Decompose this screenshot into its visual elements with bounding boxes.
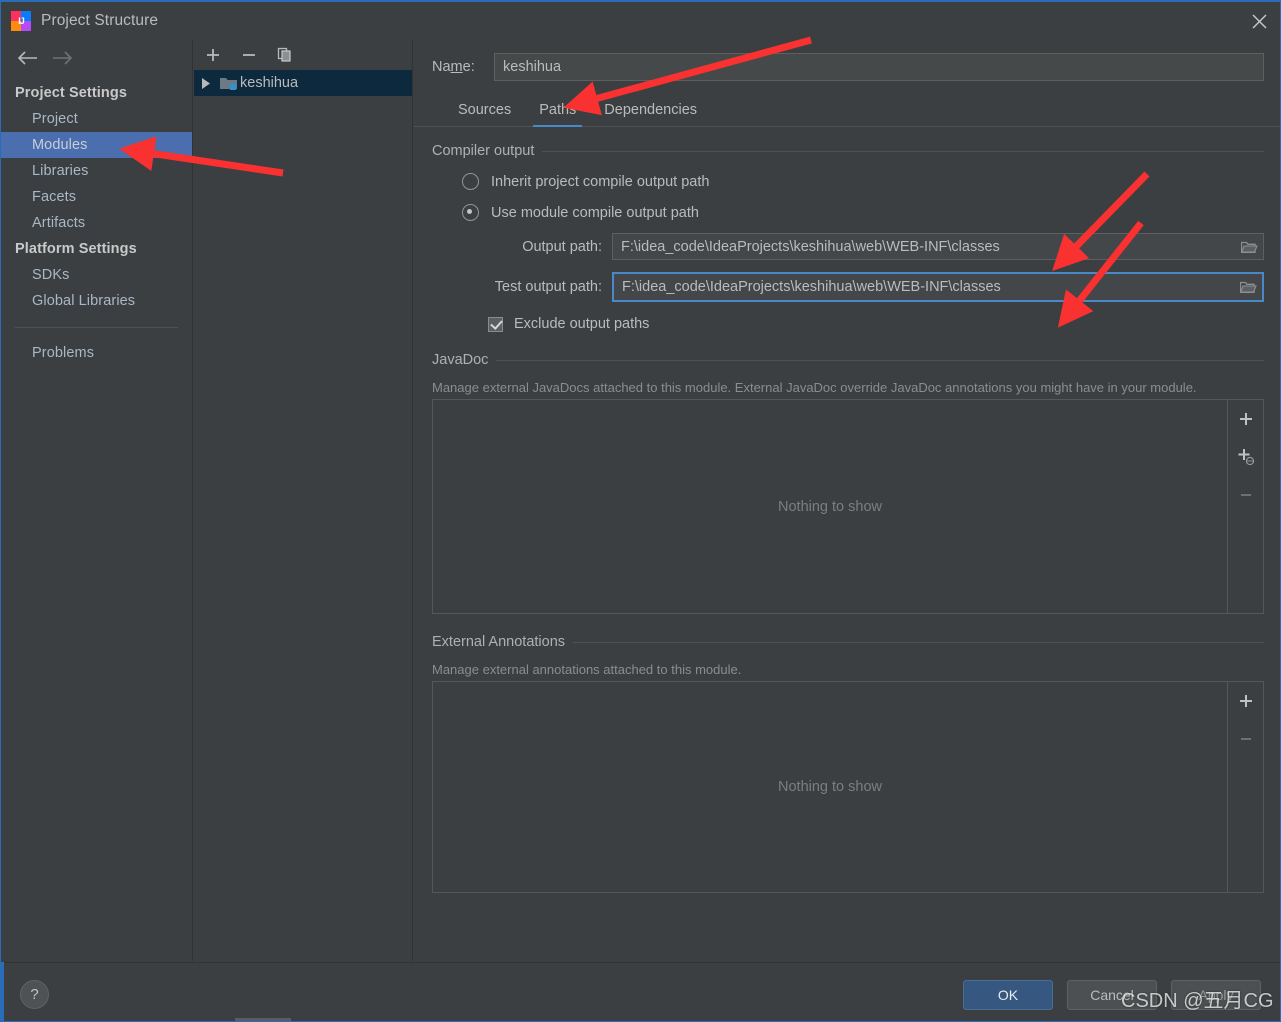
window-title: Project Structure — [41, 12, 159, 29]
output-path-label: Output path: — [522, 238, 602, 255]
sidebar-item-libraries[interactable]: Libraries — [1, 158, 192, 184]
javadoc-list-toolbar — [1228, 399, 1264, 614]
sidebar-item-modules[interactable]: Modules — [1, 132, 192, 158]
exclude-output-paths-row[interactable]: Exclude output paths — [432, 316, 1264, 332]
left-edge-highlight — [1, 962, 4, 1021]
javadoc-legend: JavaDoc — [432, 352, 1264, 368]
module-name-row: Name: — [414, 40, 1280, 81]
project-structure-dialog: IJ Project Structure Project Settings Pr… — [0, 0, 1281, 1022]
minus-icon — [1234, 728, 1258, 750]
module-tree-panel: keshihua — [194, 40, 413, 961]
minus-icon — [1234, 484, 1258, 506]
minus-icon[interactable] — [238, 44, 260, 66]
folder-browse-icon[interactable] — [1234, 280, 1262, 294]
legend-divider — [542, 150, 1264, 152]
annotations-empty-text: Nothing to show — [778, 779, 882, 795]
test-output-path-label: Test output path: — [494, 279, 602, 295]
sidebar-nav-buttons — [1, 40, 192, 76]
tab-sources[interactable]: Sources — [444, 102, 525, 126]
sidebar-item-artifacts[interactable]: Artifacts — [1, 210, 192, 236]
radio-use-module-output[interactable] — [462, 204, 479, 221]
tree-node-label: keshihua — [240, 75, 299, 91]
test-output-path-value: F:\idea_code\IdeaProjects\keshihua\web\W… — [622, 279, 1001, 295]
close-icon[interactable] — [1236, 2, 1280, 40]
plus-icon[interactable] — [1234, 408, 1258, 430]
ok-button[interactable]: OK — [963, 980, 1053, 1010]
annotations-legend-label: External Annotations — [432, 634, 566, 650]
module-paths-panel: Name: Sources Paths Dependencies Compile… — [414, 40, 1280, 961]
plus-globe-icon[interactable] — [1234, 446, 1258, 468]
arrow-right-icon[interactable] — [45, 44, 79, 72]
sidebar-item-project[interactable]: Project — [1, 106, 192, 132]
sidebar-group-platform-settings: Platform Settings — [15, 241, 137, 257]
annotations-list[interactable]: Nothing to show — [432, 681, 1228, 893]
annotations-hint: Manage external annotations attached to … — [432, 662, 742, 677]
javadoc-hint: Manage external JavaDocs attached to thi… — [432, 380, 1197, 395]
javadoc-list[interactable]: Nothing to show — [432, 399, 1228, 614]
legend-divider — [573, 641, 1264, 643]
tree-row[interactable]: keshihua — [194, 70, 412, 96]
exclude-output-paths-checkbox[interactable] — [488, 316, 503, 332]
module-name-input[interactable] — [494, 53, 1264, 81]
compiler-output-legend: Compiler output — [432, 143, 1264, 159]
sidebar-item-sdks[interactable]: SDKs — [1, 262, 192, 288]
watermark: CSDN @五月CG — [1121, 990, 1274, 1012]
title-bar: IJ Project Structure — [1, 2, 1280, 40]
sidebar-divider — [15, 327, 178, 328]
legend-divider — [496, 359, 1264, 361]
radio-use-module-label: Use module compile output path — [491, 204, 699, 221]
sidebar-list: Project Settings Project Modules Librari… — [1, 76, 192, 366]
plus-icon[interactable] — [1234, 690, 1258, 712]
sidebar-item-facets[interactable]: Facets — [1, 184, 192, 210]
folder-browse-icon[interactable] — [1235, 240, 1263, 254]
external-annotations-section: External Annotations Manage external ann… — [414, 634, 1280, 893]
javadoc-list-wrap: Nothing to show — [432, 399, 1264, 614]
tab-dependencies[interactable]: Dependencies — [590, 102, 711, 126]
compiler-output-section: Compiler output Inherit project compile … — [414, 143, 1280, 332]
output-path-value: F:\idea_code\IdeaProjects\keshihua\web\W… — [621, 238, 1000, 255]
sidebar-item-problems[interactable]: Problems — [1, 340, 192, 366]
annotations-list-toolbar — [1228, 681, 1264, 893]
test-output-path-row: Test output path: F:\idea_code\IdeaProje… — [432, 272, 1264, 302]
exclude-output-paths-label: Exclude output paths — [514, 316, 650, 332]
tab-paths[interactable]: Paths — [525, 102, 590, 127]
inherit-output-row[interactable]: Inherit project compile output path — [432, 173, 1264, 190]
horizontal-scrollbar[interactable] — [235, 1018, 291, 1021]
use-module-output-row[interactable]: Use module compile output path — [432, 204, 1264, 221]
module-folder-icon — [218, 76, 240, 91]
output-path-field[interactable]: F:\idea_code\IdeaProjects\keshihua\web\W… — [612, 233, 1264, 260]
copy-icon[interactable] — [274, 44, 296, 66]
intellij-idea-icon: IJ — [11, 11, 31, 31]
module-tree-toolbar — [194, 40, 412, 70]
chevron-right-icon[interactable] — [194, 77, 218, 89]
arrow-left-icon[interactable] — [11, 44, 45, 72]
compiler-output-legend-label: Compiler output — [432, 143, 535, 159]
annotations-list-wrap: Nothing to show — [432, 681, 1264, 893]
annotations-legend: External Annotations — [432, 634, 1264, 650]
plus-icon[interactable] — [202, 44, 224, 66]
module-tabs: Sources Paths Dependencies — [414, 95, 1280, 127]
output-path-row: Output path: F:\idea_code\IdeaProjects\k… — [432, 233, 1264, 260]
settings-sidebar: Project Settings Project Modules Librari… — [1, 40, 193, 961]
radio-inherit-project-output[interactable] — [462, 173, 479, 190]
javadoc-empty-text: Nothing to show — [778, 498, 882, 515]
javadoc-section: JavaDoc Manage external JavaDocs attache… — [414, 352, 1280, 614]
module-name-label: Name: — [432, 59, 475, 75]
test-output-path-field[interactable]: F:\idea_code\IdeaProjects\keshihua\web\W… — [612, 272, 1264, 302]
radio-inherit-label: Inherit project compile output path — [491, 173, 710, 190]
sidebar-item-global-libraries[interactable]: Global Libraries — [1, 288, 192, 314]
sidebar-group-project-settings: Project Settings — [15, 85, 127, 101]
help-button[interactable]: ? — [20, 980, 49, 1009]
javadoc-legend-label: JavaDoc — [432, 352, 489, 368]
